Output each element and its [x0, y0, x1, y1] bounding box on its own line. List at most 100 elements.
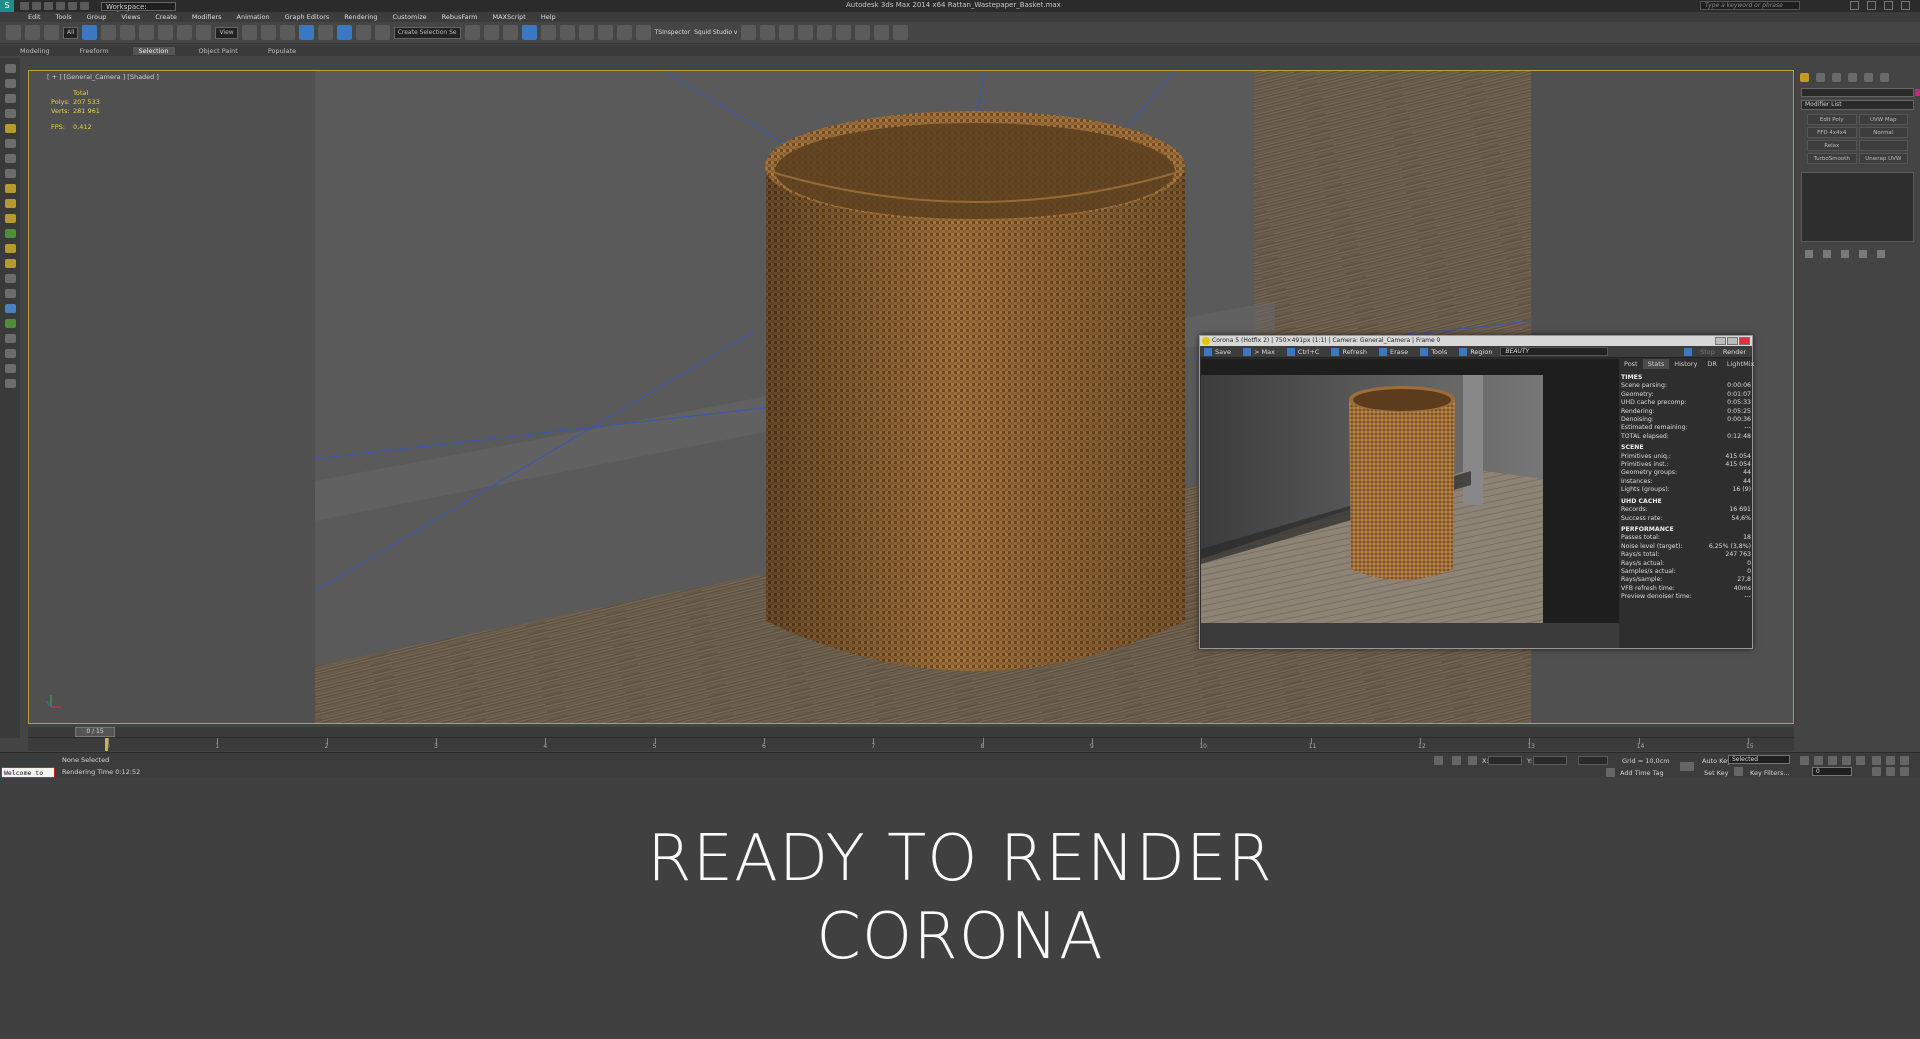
tool-icon[interactable]: [4, 79, 16, 88]
box-icon[interactable]: [4, 184, 16, 193]
tab-lightmix[interactable]: LightMix: [1722, 359, 1759, 369]
workspace-dropdown[interactable]: Workspace: Default: [101, 1, 176, 19]
undo-icon[interactable]: [56, 2, 65, 10]
modifier-list-dropdown[interactable]: Modifier List: [1801, 100, 1914, 110]
time-slider[interactable]: 0 / 15: [75, 727, 115, 737]
spinner-snap-icon[interactable]: [355, 25, 371, 40]
tool-icon[interactable]: [4, 64, 16, 73]
pan-icon[interactable]: [1886, 767, 1895, 776]
modifier-button[interactable]: Relax: [1807, 140, 1857, 151]
stop-button[interactable]: Stop: [1700, 348, 1715, 356]
menu-help[interactable]: Help: [541, 13, 556, 21]
tool-icon[interactable]: [4, 289, 16, 298]
lock-selection-icon[interactable]: [1434, 756, 1443, 765]
tool-icon[interactable]: [4, 109, 16, 118]
angle-snap-icon[interactable]: [317, 25, 333, 40]
plane-icon[interactable]: [4, 229, 16, 238]
menu-modifiers[interactable]: Modifiers: [192, 13, 222, 21]
zoom-fit-icon[interactable]: [1684, 347, 1693, 356]
folder-icon[interactable]: [836, 25, 852, 40]
minimize-icon[interactable]: [1715, 337, 1726, 345]
remove-modifier-icon[interactable]: [1859, 250, 1867, 258]
window-crossing-icon[interactable]: [139, 25, 155, 40]
tool-icon[interactable]: [4, 94, 16, 103]
reference-coordinate-dropdown[interactable]: View: [215, 26, 238, 39]
tool-icon[interactable]: [4, 304, 16, 313]
proxy-icon[interactable]: [874, 25, 890, 40]
tool-icon[interactable]: [4, 274, 16, 283]
tab-freeform[interactable]: Freeform: [74, 47, 115, 55]
selection-region-icon[interactable]: [120, 25, 136, 40]
curve-editor-icon[interactable]: [540, 25, 556, 40]
key-filters-button[interactable]: Key Filters...: [1750, 769, 1790, 777]
make-unique-icon[interactable]: [1841, 250, 1849, 258]
tool-icon[interactable]: [4, 139, 16, 148]
absolute-mode-icon[interactable]: [1468, 756, 1477, 765]
material-editor-icon[interactable]: [578, 25, 594, 40]
current-frame-marker[interactable]: [105, 738, 108, 751]
viewport-label[interactable]: [ + ] [General_Camera ] [Shaded ]: [47, 73, 159, 81]
tool-icon[interactable]: [4, 319, 16, 328]
tool-icon[interactable]: [4, 349, 16, 358]
rotate-icon[interactable]: [177, 25, 193, 40]
menu-views[interactable]: Views: [121, 13, 140, 21]
snaps-toggle-icon[interactable]: [298, 25, 314, 40]
key-mode-dropdown[interactable]: Selected: [1728, 755, 1790, 764]
maxscript-listener[interactable]: Welcome to: [1, 767, 55, 778]
motion-tab-icon[interactable]: [1848, 73, 1857, 82]
track-bar[interactable]: 0123456789101112131415: [28, 737, 1794, 751]
tab-stats[interactable]: Stats: [1642, 359, 1670, 369]
pin-stack-icon[interactable]: [1805, 250, 1813, 258]
app-logo-icon[interactable]: S: [0, 0, 14, 12]
tools-button[interactable]: Tools: [1420, 347, 1447, 356]
y-coordinate-field[interactable]: [1533, 756, 1567, 765]
render-element-dropdown[interactable]: BEAUTY: [1500, 347, 1609, 356]
menu-customize[interactable]: Customize: [392, 13, 426, 21]
help-icon[interactable]: [1867, 1, 1876, 10]
tab-selection[interactable]: Selection: [132, 46, 175, 55]
camera-icon[interactable]: [855, 25, 871, 40]
tab-populate[interactable]: Populate: [262, 47, 302, 55]
link-icon[interactable]: [6, 25, 21, 40]
zoom-extents-icon[interactable]: [1900, 756, 1909, 765]
menu-graph-editors[interactable]: Graph Editors: [285, 13, 330, 21]
layer-manager-icon[interactable]: [502, 25, 518, 40]
modifier-stack[interactable]: [1801, 172, 1914, 242]
light-icon[interactable]: [4, 124, 16, 133]
rendered-image[interactable]: [1201, 359, 1619, 623]
corona-render-icon[interactable]: [760, 25, 776, 40]
menu-edit[interactable]: Edit: [28, 13, 41, 21]
bind-space-warp-icon[interactable]: [44, 25, 59, 40]
previous-frame-icon[interactable]: [1814, 756, 1823, 765]
select-by-name-icon[interactable]: [101, 25, 117, 40]
auto-key-button[interactable]: Auto Key: [1702, 757, 1731, 765]
go-to-end-icon[interactable]: [1856, 756, 1865, 765]
time-tag-icon[interactable]: [1606, 768, 1615, 777]
z-coordinate-field[interactable]: [1578, 756, 1608, 765]
menu-rebusfarm[interactable]: RebusFarm: [442, 13, 478, 21]
utilities-tab-icon[interactable]: [1880, 73, 1889, 82]
select-object-icon[interactable]: [82, 25, 98, 40]
render-setup-icon[interactable]: [597, 25, 613, 40]
edit-named-sets-icon[interactable]: [374, 25, 390, 40]
tool-icon[interactable]: [4, 379, 16, 388]
erase-button[interactable]: Erase: [1379, 347, 1408, 356]
orbit-icon[interactable]: [1900, 767, 1909, 776]
menu-animation[interactable]: Animation: [237, 13, 270, 21]
selection-filter-dropdown[interactable]: All: [63, 26, 79, 39]
cart-icon[interactable]: [893, 25, 909, 40]
tsinspector-label[interactable]: TSInspector: [655, 29, 690, 36]
menu-create[interactable]: Create: [155, 13, 177, 21]
keyboard-shortcut-icon[interactable]: [279, 25, 295, 40]
scale-icon[interactable]: [196, 25, 212, 40]
teapot-icon[interactable]: [4, 259, 16, 268]
redo-icon[interactable]: [68, 2, 77, 10]
sphere-icon[interactable]: [4, 199, 16, 208]
squid-studio-label[interactable]: Squid Studio v: [694, 29, 737, 36]
copy-button[interactable]: Ctrl+C: [1286, 347, 1319, 356]
zoom-icon[interactable]: [1872, 756, 1881, 765]
modifier-button[interactable]: Normal: [1858, 127, 1908, 138]
tool-icon[interactable]: [4, 154, 16, 163]
field-of-view-icon[interactable]: [1872, 767, 1881, 776]
corona-vfb-icon[interactable]: [817, 25, 833, 40]
